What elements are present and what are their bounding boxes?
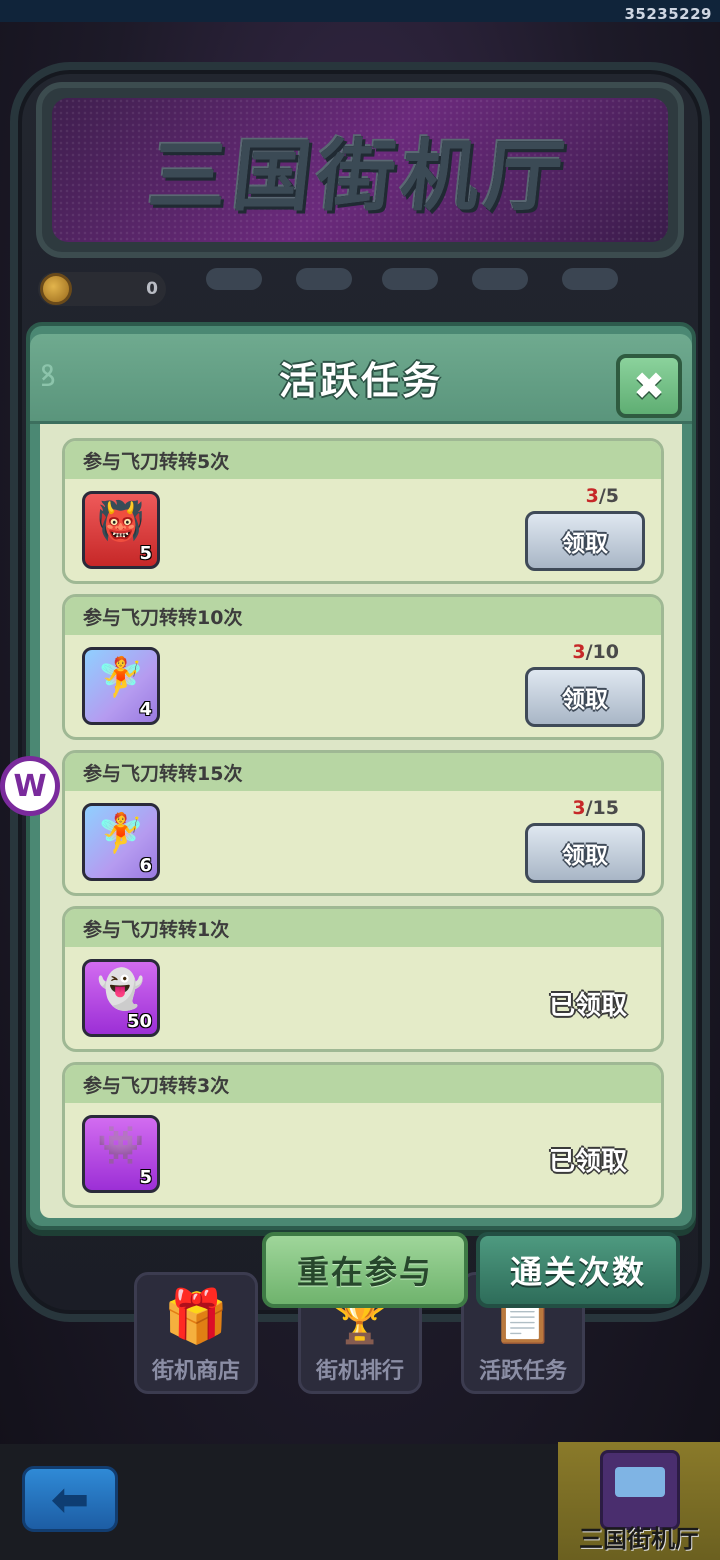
close-icon: ✖ bbox=[633, 364, 665, 408]
modal-title: 活跃任务 bbox=[278, 359, 443, 403]
w-logo-icon: W bbox=[13, 768, 47, 804]
arcade-hall-button[interactable]: 三国街机厅 bbox=[558, 1442, 720, 1560]
progress-total: /10 bbox=[585, 641, 619, 663]
treasure-chest-icon: 🎁 bbox=[163, 1287, 229, 1347]
task-title: 参与飞刀转转1次 bbox=[65, 909, 661, 947]
reward-item[interactable]: 👻 50 bbox=[82, 959, 160, 1037]
purple-pet-icon: 👾 bbox=[97, 1123, 145, 1167]
arcade-hall-label: 三国街机厅 bbox=[579, 1525, 699, 1553]
machine-slot bbox=[296, 268, 352, 290]
modal-header: ꝸ 活跃任务 ✖ bbox=[30, 334, 692, 424]
progress-current: 3 bbox=[572, 797, 586, 819]
progress-current: 3 bbox=[572, 641, 586, 663]
progress-total: /5 bbox=[598, 485, 619, 507]
reward-count: 5 bbox=[139, 1167, 152, 1188]
coin-icon bbox=[40, 273, 72, 305]
menu-label: 街机排行 bbox=[315, 1359, 404, 1384]
ghost-pet-icon: 👻 bbox=[97, 967, 145, 1011]
task-title: 参与飞刀转转15次 bbox=[65, 753, 661, 791]
reward-item[interactable]: 🧚 4 bbox=[82, 647, 160, 725]
header-ornament-icon: ꝸ bbox=[40, 359, 56, 394]
task-title: 参与飞刀转转5次 bbox=[65, 441, 661, 479]
machine-slot bbox=[382, 268, 438, 290]
coin-count: 0 bbox=[146, 279, 158, 299]
reward-count: 6 bbox=[139, 855, 152, 876]
side-floating-widget[interactable]: W bbox=[0, 756, 60, 816]
coin-counter: 0 bbox=[38, 272, 166, 306]
claim-button[interactable]: 领取 bbox=[525, 667, 645, 727]
machine-slot bbox=[206, 268, 262, 290]
progress-current: 3 bbox=[585, 485, 599, 507]
task-title: 参与飞刀转转3次 bbox=[65, 1065, 661, 1103]
arrow-left-icon: ⬅ bbox=[50, 1472, 90, 1526]
claim-button[interactable]: 领取 bbox=[525, 823, 645, 883]
menu-label: 活跃任务 bbox=[478, 1359, 567, 1384]
task-card: 参与飞刀转转10次 🧚 4 3/10 领取 bbox=[62, 594, 664, 740]
task-card: 参与飞刀转转1次 👻 50 已领取 bbox=[62, 906, 664, 1052]
top-status-strip: 35235229 bbox=[0, 0, 720, 23]
reward-item[interactable]: 👾 5 bbox=[82, 1115, 160, 1193]
reward-item[interactable]: 🧚 6 bbox=[82, 803, 160, 881]
task-progress: 3/5 bbox=[586, 485, 619, 507]
progress-total: /15 bbox=[585, 797, 619, 819]
menu-arcade-shop[interactable]: 🎁 街机商店 bbox=[134, 1272, 258, 1394]
menu-label: 街机商店 bbox=[151, 1359, 240, 1384]
close-button[interactable]: ✖ bbox=[616, 354, 682, 418]
task-progress: 3/10 bbox=[572, 641, 619, 663]
marquee-panel: 三国街机厅 bbox=[52, 98, 668, 242]
task-list[interactable]: 参与飞刀转转5次 👹 5 3/5 领取 参与飞刀转转10次 🧚 4 3/10 领… bbox=[40, 424, 682, 1218]
back-button[interactable]: ⬅ bbox=[22, 1466, 118, 1532]
arcade-marquee: 三国街机厅 bbox=[36, 82, 684, 258]
arcade-cabinet-icon bbox=[600, 1450, 680, 1530]
machine-slot bbox=[562, 268, 618, 290]
blue-pet-icon: 🧚 bbox=[97, 811, 145, 855]
blue-pet-icon: 🧚 bbox=[97, 655, 145, 699]
reward-item[interactable]: 👹 5 bbox=[82, 491, 160, 569]
task-progress: 3/15 bbox=[572, 797, 619, 819]
rejoin-button[interactable]: 重在参与 bbox=[262, 1232, 468, 1308]
user-id: 35235229 bbox=[624, 5, 712, 23]
reward-count: 50 bbox=[126, 1011, 152, 1032]
task-card: 参与飞刀转转15次 🧚 6 3/15 领取 bbox=[62, 750, 664, 896]
claimed-status: 已领取 bbox=[548, 991, 627, 1021]
machine-slot bbox=[472, 268, 528, 290]
claim-button[interactable]: 领取 bbox=[525, 511, 645, 571]
claimed-status: 已领取 bbox=[548, 1147, 627, 1177]
marquee-title: 三国街机厅 bbox=[144, 132, 574, 222]
task-card: 参与飞刀转转5次 👹 5 3/5 领取 bbox=[62, 438, 664, 584]
task-card: 参与飞刀转转3次 👾 5 已领取 bbox=[62, 1062, 664, 1208]
red-pet-icon: 👹 bbox=[97, 499, 145, 543]
reward-count: 4 bbox=[139, 699, 152, 720]
active-tasks-modal: ꝸ 活跃任务 ✖ 参与飞刀转转5次 👹 5 3/5 领取 参与飞刀转转10次 🧚… bbox=[26, 322, 696, 1230]
clear-count-button[interactable]: 通关次数 bbox=[476, 1232, 680, 1308]
reward-count: 5 bbox=[139, 543, 152, 564]
task-title: 参与飞刀转转10次 bbox=[65, 597, 661, 635]
